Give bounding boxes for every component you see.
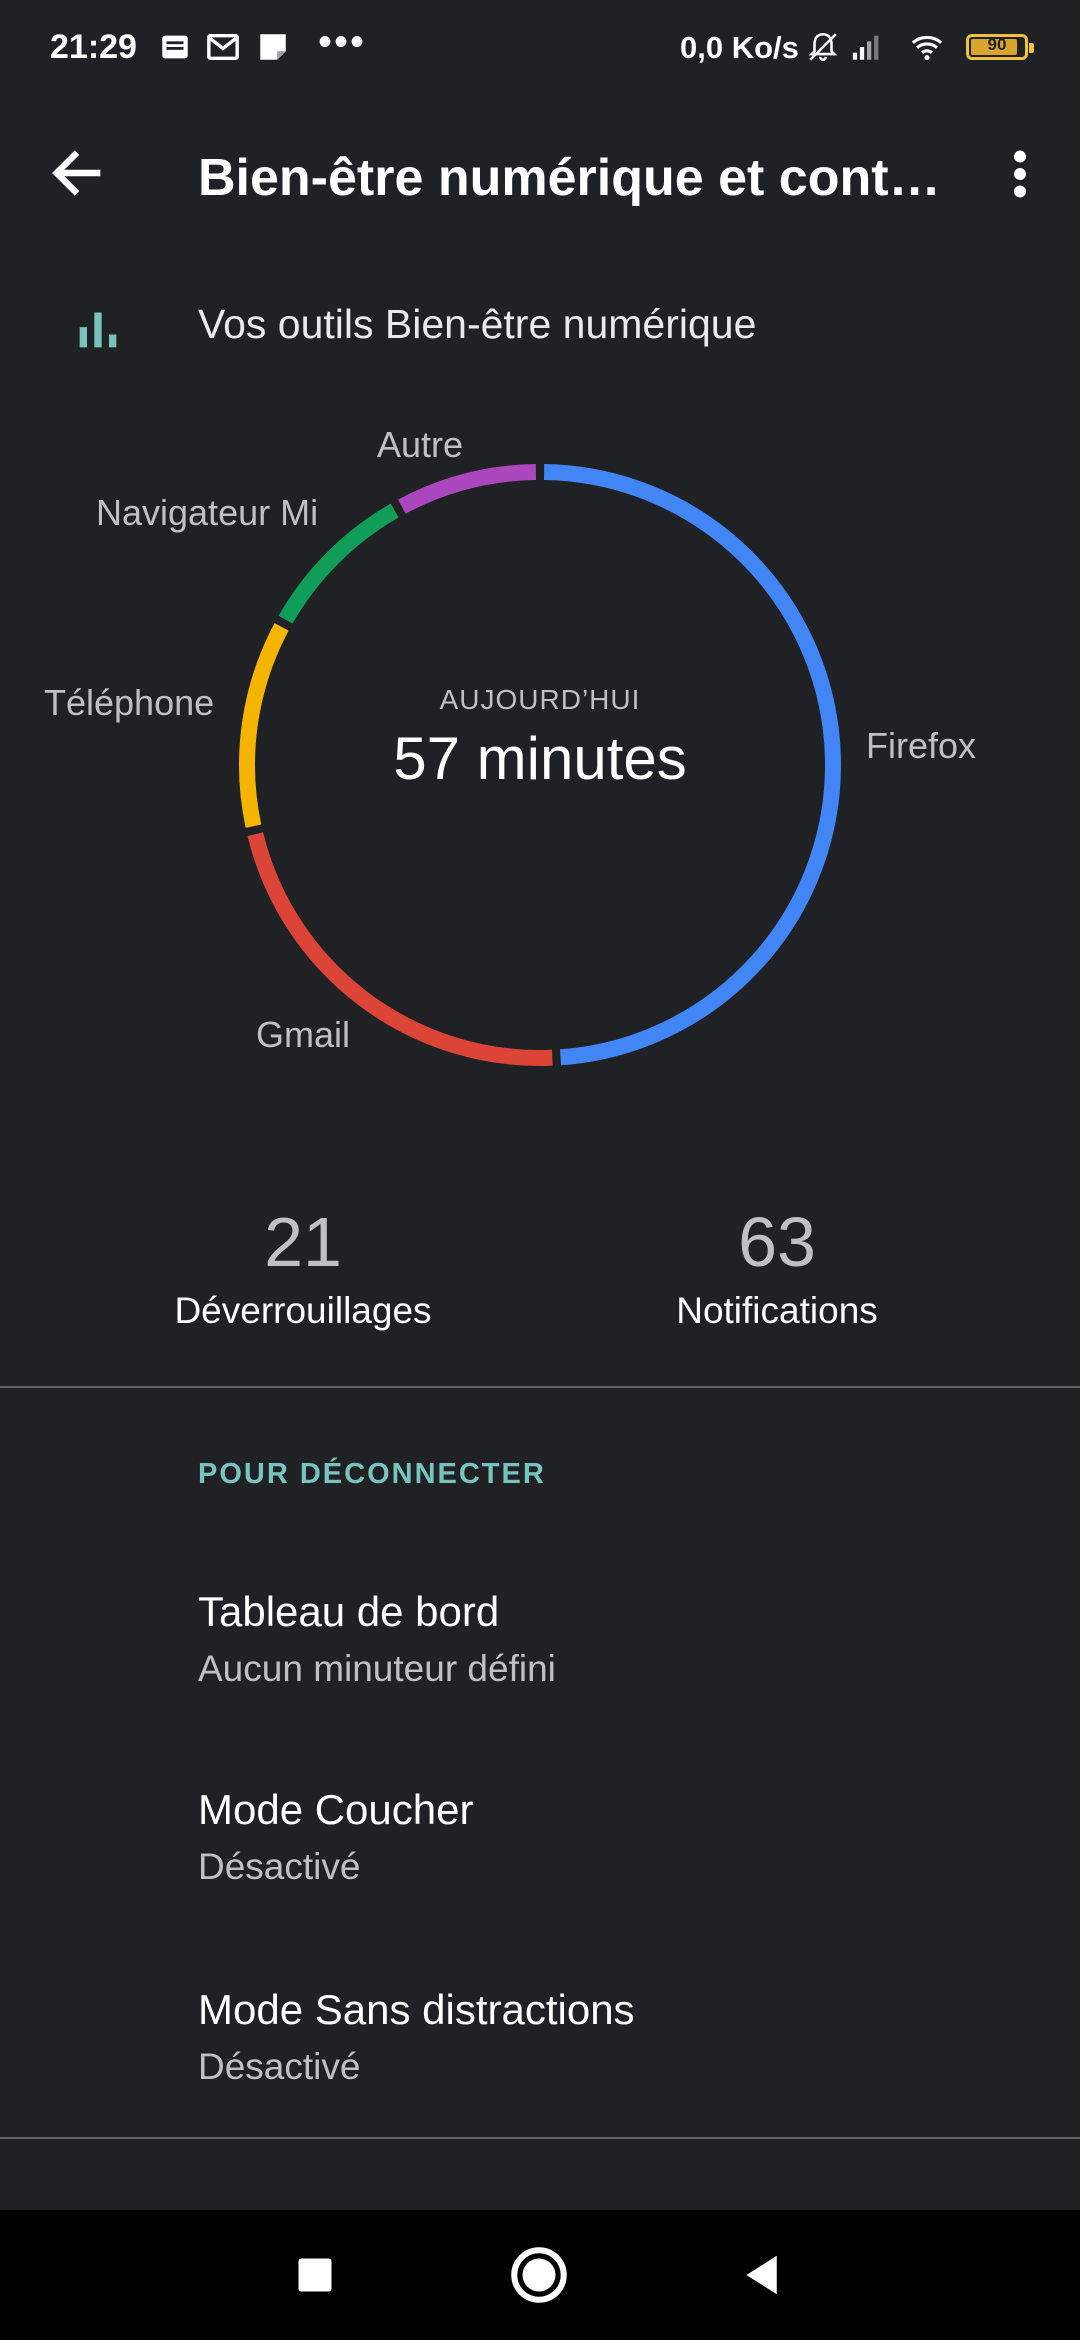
signal-icon	[852, 35, 879, 60]
recents-square-icon[interactable]	[282, 2242, 348, 2308]
status-bar: 21:29 ••• 0,0 Ko/s 90	[0, 0, 1080, 96]
arrow-back-icon[interactable]	[42, 138, 112, 208]
divider	[0, 2137, 1080, 2139]
bar-chart-icon	[79, 312, 117, 348]
divider	[0, 1386, 1080, 1388]
notification-doc-icon	[162, 35, 188, 59]
chart-label-firefox: Firefox	[866, 725, 977, 766]
page-title: Bien-être numérique et contrôle parental	[198, 149, 948, 207]
back-triangle-icon[interactable]	[730, 2242, 796, 2308]
chart-label-navigateur-mi: Navigateur Mi	[96, 492, 319, 533]
list-item-subtitle: Aucun minuteur défini	[198, 1648, 556, 1689]
chart-label-telephone: Téléphone	[44, 682, 215, 723]
screen: 21:29 ••• 0,0 Ko/s 90 Bien-être numériqu…	[0, 0, 1080, 2340]
wellbeing-tools-label: Vos outils Bien-être numérique	[198, 301, 757, 347]
gmail-icon	[207, 33, 239, 61]
notifications-count: 63	[738, 1203, 816, 1281]
chart-center-value: 57 minutes	[393, 725, 687, 792]
list-item-title: Mode Sans distractions	[198, 1986, 635, 2033]
list-item-title: Mode Coucher	[198, 1786, 474, 1833]
list-item-subtitle: Désactivé	[198, 2046, 361, 2087]
battery-icon: 90	[966, 34, 1034, 60]
more-vert-icon[interactable]	[998, 144, 1042, 204]
battery-level: 90	[987, 35, 1007, 54]
list-item-title: Tableau de bord	[198, 1588, 500, 1635]
section-header: POUR DÉCONNECTER	[198, 1458, 546, 1490]
home-circle-icon[interactable]	[506, 2242, 572, 2308]
wellbeing-tools-row[interactable]: Vos outils Bien-être numérique	[0, 285, 1080, 365]
unlocks-stat[interactable]: 21 Déverrouillages	[113, 1200, 493, 1332]
unlocks-count: 21	[264, 1203, 342, 1281]
chart-label-autre: Autre	[377, 424, 464, 465]
list-item-subtitle: Désactivé	[198, 1846, 361, 1887]
status-time: 21:29	[50, 28, 137, 66]
stats-row: 21 Déverrouillages 63 Notifications	[0, 1200, 1080, 1350]
donut-slice-autre	[398, 464, 537, 514]
battery-tip	[1029, 43, 1034, 53]
note-icon	[260, 34, 286, 60]
more-icon: •••	[318, 20, 367, 64]
usage-donut-chart[interactable]: Firefox Gmail Téléphone Navigateur Mi Au…	[0, 400, 1080, 1100]
navigation-bar	[0, 2210, 1080, 2340]
list-item-focus-mode[interactable]: Mode Sans distractions Désactivé	[0, 1958, 1080, 2138]
list-item-dashboard[interactable]: Tableau de bord Aucun minuteur défini	[0, 1560, 1080, 1740]
chart-label-gmail: Gmail	[256, 1014, 351, 1055]
app-bar: Bien-être numérique et contrôle parental	[0, 96, 1080, 256]
bell-off-icon	[808, 32, 838, 61]
wifi-icon	[911, 35, 943, 61]
notifications-stat[interactable]: 63 Notifications	[587, 1200, 967, 1332]
unlocks-label: Déverrouillages	[174, 1290, 432, 1331]
net-speed: 0,0 Ko/s	[680, 30, 799, 65]
list-item-bedtime-mode[interactable]: Mode Coucher Désactivé	[0, 1758, 1080, 1938]
chart-center-caption: AUJOURD’HUI	[439, 684, 641, 715]
notifications-label: Notifications	[676, 1290, 878, 1331]
donut-slice-t-l-phone	[239, 623, 289, 828]
